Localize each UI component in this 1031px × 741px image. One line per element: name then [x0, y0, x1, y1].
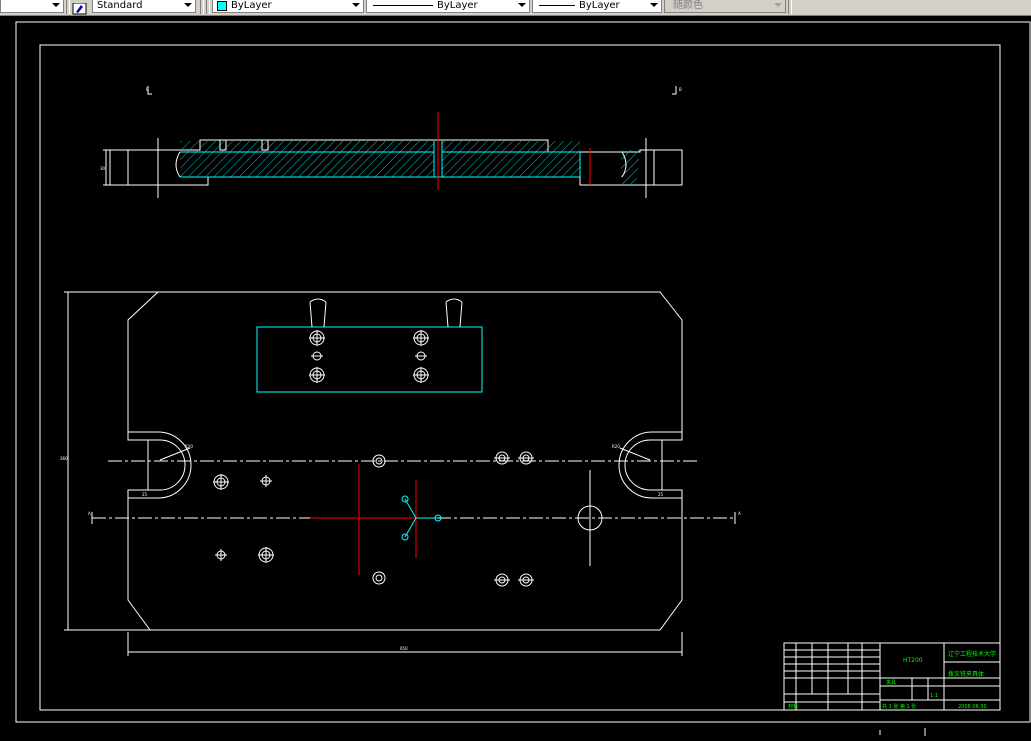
- u-slot-right: [624, 439, 682, 491]
- axis-label-left: A: [88, 511, 91, 516]
- toolbar-separator: [200, 0, 204, 14]
- scale-value: 1:1: [930, 693, 938, 699]
- linetype-sample: [373, 5, 433, 6]
- toolbar-separator: [66, 0, 70, 14]
- dim-slot-left: R20: [185, 444, 193, 449]
- chevron-down-icon: [352, 3, 360, 7]
- lineweight-value: ByLayer: [579, 0, 620, 11]
- dimstyle-dropdown[interactable]: [0, 0, 64, 13]
- axis-label-right: A: [738, 511, 741, 516]
- pad-holes: [309, 330, 429, 383]
- linetype-value: ByLayer: [437, 0, 478, 11]
- text-style-value: Standard: [97, 0, 143, 11]
- material-label: 材料: [788, 703, 798, 710]
- section-label-right: B: [679, 87, 682, 92]
- title-block-text: 辽宁工程技术大学 拨叉铣夹具体 HT200 夹具 1:1 共 1 张 第 1 张…: [788, 650, 996, 710]
- toolbar-separator: [788, 0, 792, 14]
- chevron-down-icon: [184, 3, 192, 7]
- text-style-dropdown[interactable]: Standard: [92, 0, 196, 13]
- drawing-canvas[interactable]: B B A A 30 650 360 R20 R20 25 25 辽宁工程技术大…: [0, 15, 1031, 741]
- drawing-name: 夹具: [886, 679, 896, 686]
- section-label-left: B: [146, 87, 149, 92]
- lineweight-dropdown[interactable]: ByLayer: [532, 0, 662, 13]
- section-hatch-left: [180, 141, 434, 177]
- linetype-dropdown[interactable]: ByLayer: [366, 0, 530, 13]
- section-mark-right: [672, 86, 677, 95]
- section-hatch-right: [442, 141, 580, 177]
- drawing-material: HT200: [903, 657, 923, 664]
- dim-small-right: 25: [658, 492, 664, 497]
- lineweight-sample: [539, 5, 575, 6]
- plan-view: [64, 291, 736, 656]
- color-swatch-icon: [217, 1, 227, 11]
- dim-overall-height: 360: [60, 456, 68, 461]
- dim-slot-right: R20: [612, 444, 620, 449]
- text-style-icon[interactable]: [72, 0, 88, 15]
- date-code: 2008.06.30: [958, 704, 987, 710]
- tick-marks: [879, 728, 926, 736]
- chevron-down-icon: [518, 3, 526, 7]
- properties-toolbar: Standard ByLayer ByLayer ByLayer 随颜色: [0, 0, 1031, 16]
- plotstyle-dropdown[interactable]: 随颜色: [664, 0, 786, 13]
- plotstyle-value: 随颜色: [673, 0, 703, 11]
- color-control-dropdown[interactable]: ByLayer: [212, 0, 364, 13]
- chevron-down-icon: [774, 3, 782, 7]
- product-name: 拨叉铣夹具体: [948, 670, 984, 678]
- section-view: [103, 86, 683, 198]
- plate-holes: [213, 451, 603, 587]
- chevron-down-icon: [650, 3, 658, 7]
- university-name: 辽宁工程技术大学: [948, 650, 996, 658]
- dim-width: 650: [400, 646, 408, 651]
- color-value: ByLayer: [231, 0, 272, 11]
- locating-pad: [256, 326, 483, 393]
- dim-small-left: 25: [142, 492, 148, 497]
- chevron-down-icon: [52, 3, 60, 7]
- u-slot-left: [128, 439, 186, 491]
- dim-height: 30: [100, 166, 106, 171]
- sheet-count: 共 1 张 第 1 张: [882, 703, 916, 710]
- sheet-border: [15, 21, 1031, 723]
- toolbar-separator: [206, 0, 210, 14]
